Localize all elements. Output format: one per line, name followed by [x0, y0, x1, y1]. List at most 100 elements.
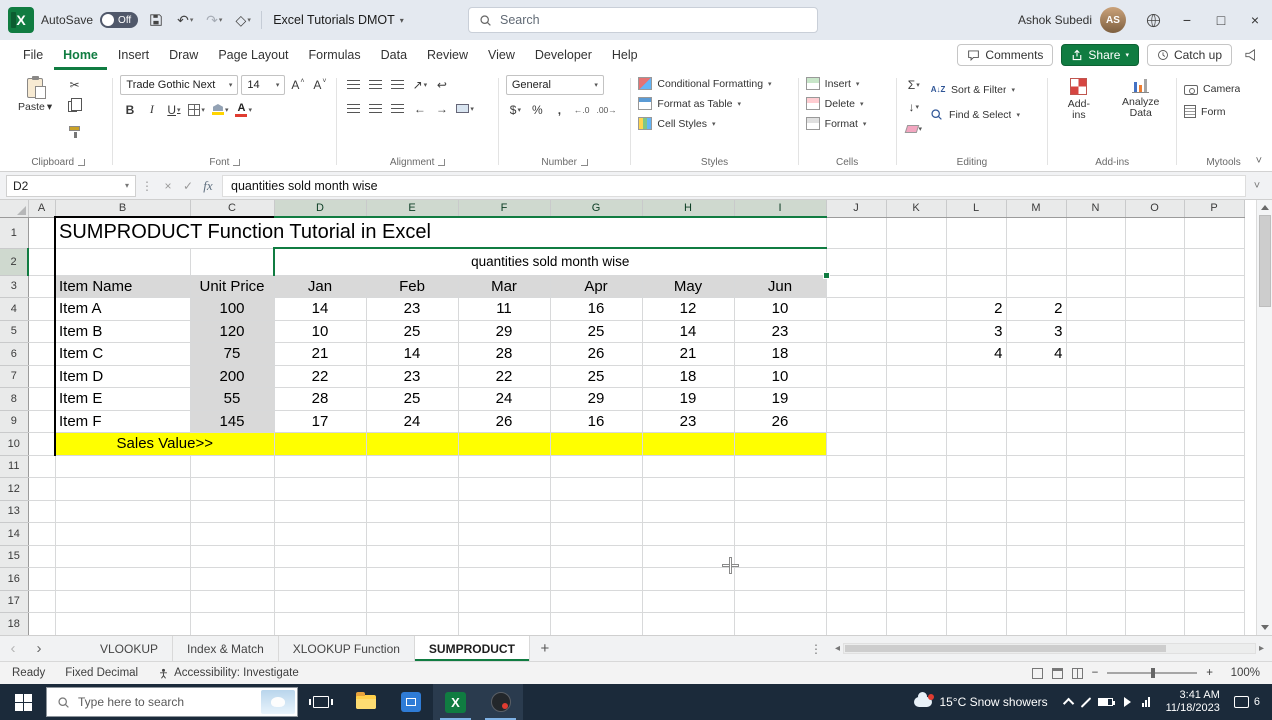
file-explorer-button[interactable]	[343, 684, 388, 720]
cell-D11[interactable]	[274, 455, 367, 478]
cell-A3[interactable]	[28, 275, 56, 298]
col-header-A[interactable]: A	[28, 200, 56, 218]
cell-K14[interactable]	[886, 522, 947, 546]
cell-H10[interactable]	[641, 432, 735, 456]
new-sheet-button[interactable]: +	[530, 636, 560, 661]
cell-E8[interactable]: 25	[365, 387, 459, 411]
row-header-10[interactable]: 10	[0, 432, 29, 456]
cell-M8[interactable]	[1006, 387, 1067, 411]
cell-J9[interactable]	[826, 410, 887, 433]
cell-O1[interactable]	[1125, 217, 1185, 249]
pen-tool-icon[interactable]: ◇ ▾	[232, 8, 254, 32]
cell-M5[interactable]: 3	[1006, 320, 1067, 343]
cell-L15[interactable]	[946, 545, 1007, 568]
cell-E6[interactable]: 14	[365, 342, 459, 366]
cell-J4[interactable]	[826, 297, 887, 321]
paste-button[interactable]: Paste ▾	[11, 75, 59, 116]
ribbon-tab-data[interactable]: Data	[372, 40, 416, 70]
cell-L10[interactable]	[946, 432, 1007, 456]
cell-B17[interactable]	[55, 590, 191, 613]
cell-O6[interactable]	[1125, 342, 1185, 366]
cell-K3[interactable]	[886, 275, 947, 298]
accessibility-status[interactable]: Accessibility: Investigate	[158, 667, 299, 679]
underline-button[interactable]: U ▾	[164, 100, 183, 119]
cell-E11[interactable]	[366, 455, 459, 478]
cancel-icon[interactable]: ×	[158, 179, 178, 193]
cell-C6[interactable]: 75	[189, 342, 275, 366]
catch-up-button[interactable]: Catch up	[1146, 44, 1232, 66]
cell-G17[interactable]	[550, 590, 643, 613]
cell-A4[interactable]	[28, 297, 56, 321]
cell-M17[interactable]	[1006, 590, 1067, 613]
cell-M13[interactable]	[1006, 500, 1067, 523]
cell-B14[interactable]	[55, 522, 191, 546]
vertical-scrollbar[interactable]	[1256, 200, 1272, 635]
percent-style-button[interactable]: %	[528, 100, 547, 119]
cell-O9[interactable]	[1125, 410, 1185, 433]
cell-K10[interactable]	[886, 432, 947, 456]
cell-D15[interactable]	[274, 545, 367, 568]
cell-F16[interactable]	[458, 567, 551, 591]
cell-F10[interactable]	[457, 432, 551, 456]
decrease-indent-button[interactable]: ←	[410, 99, 429, 118]
sheet-tab-vlookup[interactable]: VLOOKUP	[86, 636, 174, 661]
number-dialog-launcher-icon[interactable]	[580, 159, 588, 166]
cell-O12[interactable]	[1125, 477, 1185, 501]
excel-logo-icon[interactable]: X	[8, 7, 34, 33]
cell-M7[interactable]	[1006, 365, 1067, 388]
cell-E5[interactable]: 25	[365, 319, 459, 343]
cell-styles-button[interactable]: Cell Styles ▾	[638, 115, 716, 132]
col-header-O[interactable]: O	[1125, 200, 1185, 218]
conditional-formatting-button[interactable]: Conditional Formatting ▾	[638, 75, 772, 92]
cell-O17[interactable]	[1125, 590, 1185, 613]
col-header-I[interactable]: I	[734, 200, 827, 218]
cell-F17[interactable]	[458, 590, 551, 613]
cell-C11[interactable]	[190, 455, 275, 478]
cell-K17[interactable]	[886, 590, 947, 613]
cell-L17[interactable]	[946, 590, 1007, 613]
row-header-11[interactable]: 11	[0, 455, 29, 478]
insert-cells-button[interactable]: Insert ▾	[805, 75, 859, 92]
cell-H16[interactable]	[642, 567, 735, 591]
cell-N16[interactable]	[1066, 567, 1126, 591]
cell-P8[interactable]	[1184, 387, 1245, 411]
camera-button[interactable]: Camera	[1184, 80, 1240, 97]
cell-K8[interactable]	[886, 387, 947, 411]
cell-L3[interactable]	[946, 275, 1007, 298]
cell-P7[interactable]	[1184, 365, 1245, 388]
taskbar-search[interactable]: Type here to search	[46, 687, 298, 717]
zoom-knob[interactable]	[1151, 668, 1156, 678]
cell-A15[interactable]	[28, 545, 56, 568]
cell-E16[interactable]	[366, 567, 459, 591]
find-select-button[interactable]: Find & Select ▾	[930, 106, 1020, 123]
cell-N13[interactable]	[1066, 500, 1126, 523]
number-format-select[interactable]: General ▾	[505, 75, 604, 95]
network-signal-icon[interactable]	[1141, 697, 1150, 707]
cell-O3[interactable]	[1125, 275, 1185, 298]
cell-J5[interactable]	[826, 320, 887, 343]
row-header-5[interactable]: 5	[0, 320, 29, 343]
polar-bear-image[interactable]	[261, 690, 295, 714]
cell-I8[interactable]: 19	[733, 387, 827, 411]
alignment-dialog-launcher-icon[interactable]	[438, 159, 446, 166]
row-header-9[interactable]: 9	[0, 410, 29, 433]
cell-N12[interactable]	[1066, 477, 1126, 501]
screen-recorder-button[interactable]	[478, 684, 523, 720]
cell-K4[interactable]	[886, 297, 947, 321]
cell-E3[interactable]: Feb	[365, 274, 459, 298]
search-box[interactable]: Search	[468, 7, 818, 33]
fill-color-button[interactable]: ▾	[210, 100, 231, 119]
row-header-4[interactable]: 4	[0, 297, 29, 321]
undo-icon[interactable]: ↶ ▾	[174, 8, 196, 32]
cell-E12[interactable]	[366, 477, 459, 501]
share-button[interactable]: Share ▾	[1061, 44, 1139, 66]
decrease-decimal-button[interactable]: .00→	[594, 100, 618, 119]
autosave-toggle[interactable]: Off	[100, 12, 139, 28]
cell-G16[interactable]	[550, 567, 643, 591]
ribbon-tab-formulas[interactable]: Formulas	[300, 40, 370, 70]
cell-J7[interactable]	[826, 365, 887, 388]
cell-F13[interactable]	[458, 500, 551, 523]
horizontal-scrollbar[interactable]: ◂ ▸	[827, 636, 1272, 661]
cell-D12[interactable]	[274, 477, 367, 501]
analyze-data-button[interactable]: Analyze Data	[1112, 75, 1169, 122]
